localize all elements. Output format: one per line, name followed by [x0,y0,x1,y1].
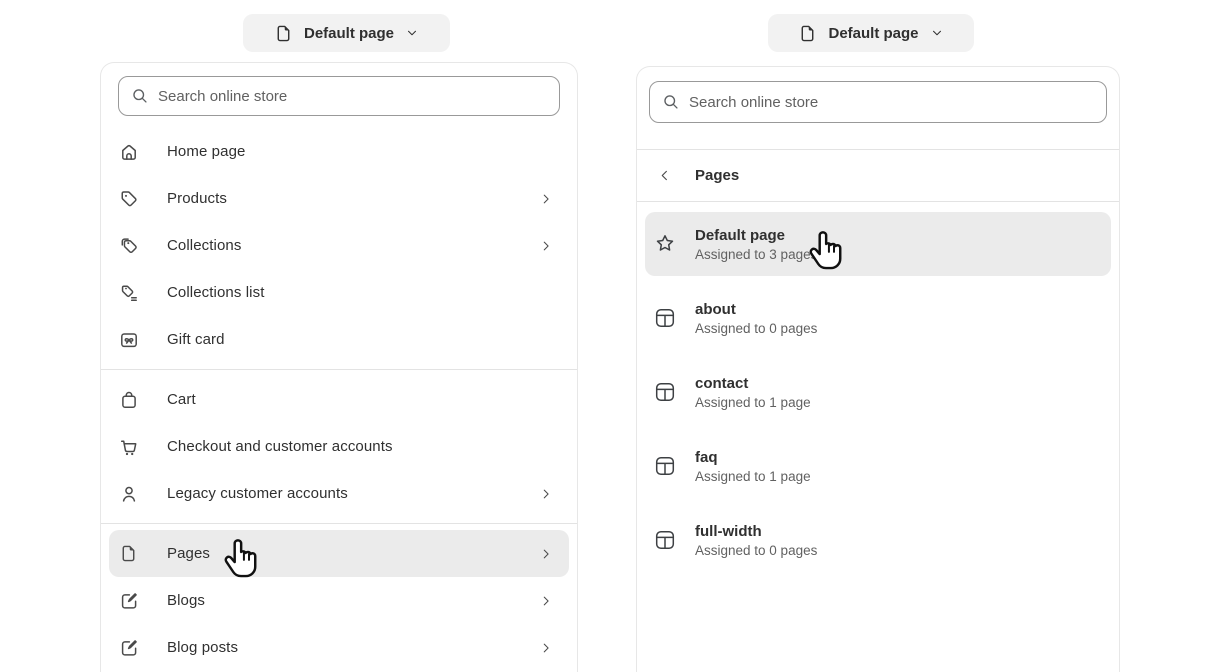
page-item-title: contact [695,375,811,392]
menu-item-checkout-and-customer-accounts[interactable]: Checkout and customer accounts [109,423,569,470]
template-picker-panel: Home page Products Collections Collections … [100,62,578,672]
menu-divider [101,369,577,370]
home-icon [119,142,139,162]
blog-icon [119,638,139,658]
page-item-title: Default page [695,227,817,244]
page-item-contact[interactable]: contact Assigned to 1 page [645,360,1111,424]
page-icon [119,544,139,564]
template-menu: Home page Products Collections Collections … [101,128,577,671]
menu-item-collections-list[interactable]: Collections list [109,269,569,316]
menu-item-label: Blogs [167,592,205,609]
menu-item-cart[interactable]: Cart [109,376,569,423]
page-item-text: about Assigned to 0 pages [695,301,817,336]
menu-item-legacy-customer-accounts[interactable]: Legacy customer accounts [109,470,569,517]
menu-item-gift-card[interactable]: Gift card [109,316,569,363]
menu-item-label: Cart [167,391,196,408]
menu-item-label: Gift card [167,331,225,348]
search-input[interactable] [689,82,1094,122]
menu-item-home-page[interactable]: Home page [109,128,569,175]
tag-icon [119,189,139,209]
pages-list: Default page Assigned to 3 pages about Assi… [637,202,1119,572]
page-item-subtitle: Assigned to 0 pages [695,543,817,558]
menu-item-label: Collections list [167,284,264,301]
pages-back-header[interactable]: Pages [637,150,1119,201]
blog-icon [119,591,139,611]
collections-icon [119,236,139,256]
menu-item-collections[interactable]: Collections [109,222,569,269]
page-item-text: contact Assigned to 1 page [695,375,811,410]
menu-item-blog-posts[interactable]: Blog posts [109,624,569,671]
search-icon [131,87,149,105]
bag-icon [119,390,139,410]
chevron-right-icon [539,547,553,561]
menu-item-label: Blog posts [167,639,238,656]
menu-item-blogs[interactable]: Blogs [109,577,569,624]
page-item-text: faq Assigned to 1 page [695,449,811,484]
chevron-down-icon [405,26,419,40]
chevron-down-icon [930,26,944,40]
menu-item-label: Collections [167,237,241,254]
page-item-subtitle: Assigned to 0 pages [695,321,817,336]
page-item-title: about [695,301,817,318]
menu-item-label: Pages [167,545,210,562]
page-item-subtitle: Assigned to 1 page [695,395,811,410]
collections-list-icon [119,283,139,303]
menu-item-products[interactable]: Products [109,175,569,222]
search-box[interactable] [649,81,1107,123]
gift-card-icon [119,330,139,350]
template-selector-label: Default page [304,25,394,42]
template-selector-label: Default page [828,25,918,42]
template-icon [653,454,677,478]
page-item-title: full-width [695,523,817,540]
template-selector-button[interactable]: Default page [768,14,974,52]
page-icon [798,24,817,43]
chevron-right-icon [539,487,553,501]
menu-item-label: Legacy customer accounts [167,485,348,502]
page-item-full-width[interactable]: full-width Assigned to 0 pages [645,508,1111,572]
menu-item-label: Checkout and customer accounts [167,438,393,455]
template-icon [653,380,677,404]
search-box[interactable] [118,76,560,116]
pages-header-title: Pages [695,167,739,184]
chevron-left-icon[interactable] [657,168,672,183]
template-selector-button[interactable]: Default page [243,14,450,52]
chevron-right-icon [539,641,553,655]
menu-item-label: Products [167,190,227,207]
chevron-right-icon [539,239,553,253]
chevron-right-icon [539,192,553,206]
page-item-about[interactable]: about Assigned to 0 pages [645,286,1111,350]
menu-divider [101,523,577,524]
page-item-subtitle: Assigned to 1 page [695,469,811,484]
screen: { "left_panel": { "trigger": { "label": … [0,0,1214,663]
page-item-text: Default page Assigned to 3 pages [695,227,817,262]
cart-icon [119,437,139,457]
page-icon [274,24,293,43]
page-item-title: faq [695,449,811,466]
star-icon [653,232,677,256]
page-item-text: full-width Assigned to 0 pages [695,523,817,558]
menu-item-label: Home page [167,143,245,160]
template-icon [653,528,677,552]
page-item-faq[interactable]: faq Assigned to 1 page [645,434,1111,498]
person-icon [119,484,139,504]
template-icon [653,306,677,330]
page-item-subtitle: Assigned to 3 pages [695,247,817,262]
search-input[interactable] [158,77,547,115]
search-icon [662,93,680,111]
pages-picker-panel: Pages Default page Assigned to 3 pages abo… [636,66,1120,672]
page-item-default-page[interactable]: Default page Assigned to 3 pages [645,212,1111,276]
chevron-right-icon [539,594,553,608]
menu-item-pages[interactable]: Pages [109,530,569,577]
